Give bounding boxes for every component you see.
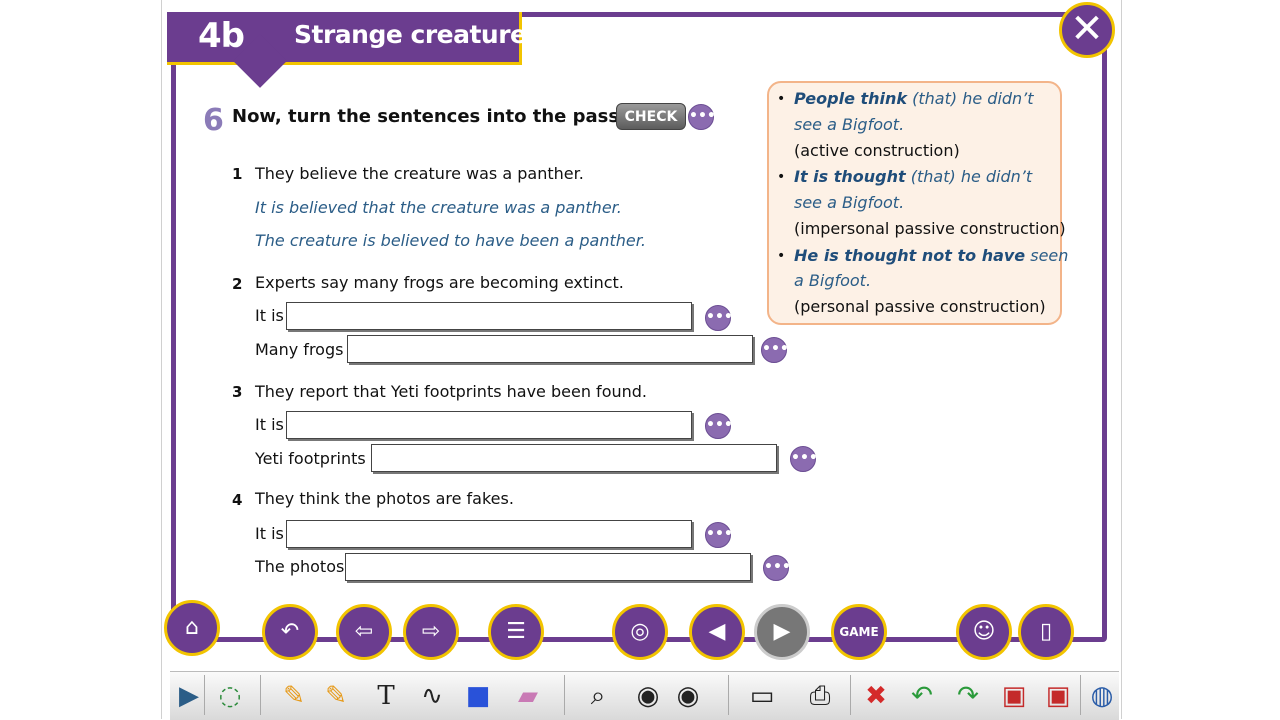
more-button[interactable]: ••• xyxy=(790,446,818,472)
zoom-icon[interactable]: ⌕ xyxy=(580,678,616,714)
exercise-instruction: Now, turn the sentences into the passive… xyxy=(232,106,657,127)
more-button[interactable]: ••• xyxy=(761,337,789,363)
prompt-label: It is xyxy=(255,415,284,434)
note-line: It is thought (that) he didn’t xyxy=(794,167,1033,186)
home-icon: ⌂ xyxy=(185,615,199,640)
freehand-icon[interactable]: ∿ xyxy=(414,678,450,714)
toolbar-separator xyxy=(564,675,565,715)
note-line: see a Bigfoot. xyxy=(794,193,905,212)
prompt-label: Yeti footprints xyxy=(255,449,366,468)
note-type: (personal passive construction) xyxy=(794,297,1046,316)
answer-input[interactable] xyxy=(286,302,692,330)
note-line: People think (that) he didn’t xyxy=(794,89,1034,108)
page-title: Strange creatures xyxy=(294,20,541,49)
game-button[interactable]: GAME xyxy=(831,604,887,660)
arrow-right-icon: ⇨ xyxy=(421,619,441,644)
undo-icon: ↶ xyxy=(280,619,300,644)
answer-text: It is believed that the creature was a p… xyxy=(255,198,622,217)
reveal-icon[interactable]: ◉ xyxy=(630,678,666,714)
toolbar-separator xyxy=(850,675,851,715)
globe-icon[interactable]: ◍ xyxy=(1084,678,1120,714)
arrow-left-icon: ⇦ xyxy=(354,619,374,644)
more-button[interactable]: ••• xyxy=(688,104,716,130)
redo-draw-icon[interactable]: ↷ xyxy=(950,678,986,714)
page-next-icon: ▶ xyxy=(773,619,791,644)
print-icon[interactable]: ⎙ xyxy=(802,678,838,714)
toolbar-separator xyxy=(728,675,729,715)
prompt-label: The photos xyxy=(255,557,345,576)
unit-number: 4b xyxy=(198,16,245,56)
audio-cd-icon: ◎ xyxy=(630,619,650,644)
answer-input[interactable] xyxy=(286,411,692,439)
answer-input[interactable] xyxy=(345,553,751,581)
note-type: (impersonal passive construction) xyxy=(794,219,1066,238)
previous-button[interactable]: ⇦ xyxy=(336,604,392,660)
item-sentence: They think the photos are fakes. xyxy=(255,489,514,508)
toolbar-separator xyxy=(204,675,205,715)
clear-icon[interactable]: ✖ xyxy=(858,678,894,714)
answer-input[interactable] xyxy=(371,444,777,472)
answer-input[interactable] xyxy=(347,335,753,363)
next-button[interactable]: ⇨ xyxy=(403,604,459,660)
save-icon[interactable]: ▣ xyxy=(996,678,1032,714)
more-button[interactable]: ••• xyxy=(705,522,733,548)
expand-toolbar-icon[interactable]: ▶ xyxy=(171,678,207,714)
item-number: 3 xyxy=(232,383,243,401)
answer-text: The creature is believed to have been a … xyxy=(255,231,646,250)
undo-draw-icon[interactable]: ↶ xyxy=(904,678,940,714)
toolbar-separator xyxy=(260,675,261,715)
prompt-label: It is xyxy=(255,524,284,543)
pencil-icon[interactable]: ✎ xyxy=(276,678,312,714)
page-next-button[interactable]: ▶ xyxy=(754,604,810,660)
save-as-icon[interactable]: ▣ xyxy=(1040,678,1076,714)
note-type: (active construction) xyxy=(794,141,960,160)
text-tool-icon[interactable]: T xyxy=(368,678,404,714)
note-line: a Bigfoot. xyxy=(794,271,872,290)
item-sentence: Experts say many frogs are becoming exti… xyxy=(255,273,624,292)
book-button[interactable]: ▯ xyxy=(1018,604,1074,660)
note-line: see a Bigfoot. xyxy=(794,115,905,134)
item-number: 4 xyxy=(232,491,243,509)
back-button[interactable]: ↶ xyxy=(262,604,318,660)
owl-button[interactable]: ☺ xyxy=(956,604,1012,660)
book-icon: ▯ xyxy=(1039,619,1053,644)
check-button[interactable]: CHECK xyxy=(616,103,686,130)
prompt-label: It is xyxy=(255,306,284,325)
more-button[interactable]: ••• xyxy=(705,305,733,331)
bullet: • xyxy=(777,91,786,107)
item-number: 1 xyxy=(232,165,243,183)
owl-icon: ☺ xyxy=(972,619,996,644)
home-button[interactable]: ⌂ xyxy=(164,600,220,656)
close-button[interactable]: ✕ xyxy=(1059,2,1115,58)
close-icon: ✕ xyxy=(1070,6,1104,52)
more-button[interactable]: ••• xyxy=(763,555,791,581)
item-sentence: They believe the creature was a panther. xyxy=(255,164,584,183)
eraser-icon[interactable]: ▰ xyxy=(510,678,546,714)
bullet: • xyxy=(777,169,786,185)
note-line: He is thought not to have seen xyxy=(794,246,1069,265)
page-prev-button[interactable]: ◀ xyxy=(689,604,745,660)
item-sentence: They report that Yeti footprints have be… xyxy=(255,382,647,401)
audio-button[interactable]: ◎ xyxy=(612,604,668,660)
window-icon[interactable]: ▭ xyxy=(744,678,780,714)
menu-button[interactable]: ☰ xyxy=(488,604,544,660)
toolbar-separator xyxy=(1080,675,1081,715)
list-icon: ☰ xyxy=(506,619,526,644)
highlighter-icon[interactable]: ✎ xyxy=(318,678,354,714)
prompt-label: Many frogs xyxy=(255,340,344,359)
shape-icon[interactable]: ■ xyxy=(460,678,496,714)
page-prev-icon: ◀ xyxy=(708,619,726,644)
hide-icon[interactable]: ◉ xyxy=(670,678,706,714)
answer-input[interactable] xyxy=(286,520,692,548)
more-button[interactable]: ••• xyxy=(705,413,733,439)
lasso-icon[interactable]: ◌ xyxy=(212,678,248,714)
exercise-number: 6 xyxy=(203,103,224,138)
item-number: 2 xyxy=(232,275,243,293)
bullet: • xyxy=(777,248,786,264)
